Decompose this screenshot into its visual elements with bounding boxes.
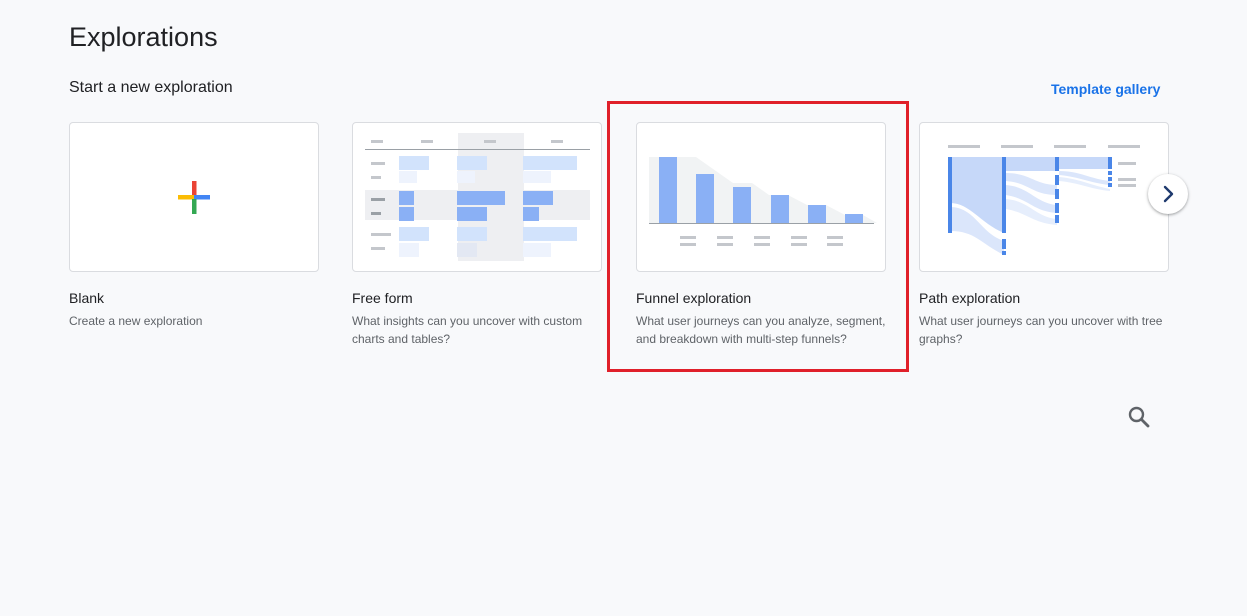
card-title: Free form [352, 290, 413, 306]
card-title: Funnel exploration [636, 290, 752, 306]
search-icon [1128, 406, 1150, 428]
card-free-form[interactable]: Free form What insights can you uncover … [352, 122, 602, 348]
section-title: Start a new exploration [69, 79, 233, 96]
path-thumbnail[interactable] [919, 122, 1169, 272]
page-title: Explorations [69, 22, 218, 52]
chevron-right-icon [1163, 185, 1174, 203]
card-path-exploration[interactable]: Path exploration What user journeys can … [919, 122, 1169, 348]
card-description: What user journeys can you analyze, segm… [636, 314, 886, 346]
card-title: Blank [69, 290, 105, 306]
free-form-thumbnail-graphic [365, 133, 590, 261]
card-description: Create a new exploration [69, 314, 203, 328]
free-form-thumbnail[interactable] [352, 122, 602, 272]
card-blank[interactable]: Blank Create a new exploration [69, 122, 319, 330]
card-funnel-exploration[interactable]: Funnel exploration What user journeys ca… [636, 122, 886, 348]
funnel-thumbnail[interactable] [636, 122, 886, 272]
search-button[interactable] [1126, 404, 1152, 430]
plus-icon [178, 181, 210, 214]
path-thumbnail-graphic [948, 145, 1140, 255]
funnel-thumbnail-graphic [649, 157, 877, 246]
card-title: Path exploration [919, 290, 1021, 306]
card-description: What insights can you uncover with custo… [352, 314, 583, 346]
template-gallery-link[interactable]: Template gallery [1051, 81, 1160, 97]
blank-thumbnail[interactable] [69, 122, 319, 272]
card-description: What user journeys can you uncover with … [919, 314, 1163, 346]
carousel-next-button[interactable] [1148, 174, 1188, 214]
